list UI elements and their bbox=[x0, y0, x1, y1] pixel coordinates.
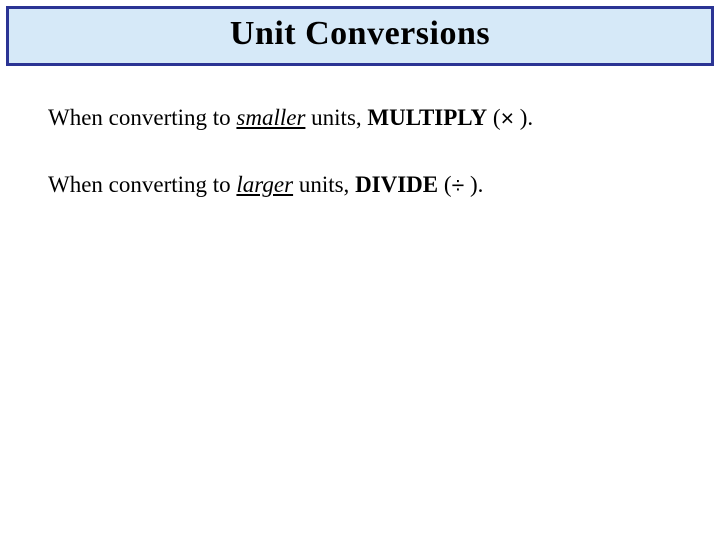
action-multiply: MULTIPLY bbox=[367, 105, 487, 130]
rule-larger-units: When converting to larger units, DIVIDE … bbox=[48, 169, 672, 200]
text: ). bbox=[464, 172, 483, 197]
slide: Unit Conversions When converting to smal… bbox=[0, 6, 720, 546]
rule-smaller-units: When converting to smaller units, MULTIP… bbox=[48, 102, 672, 133]
title-bar: Unit Conversions bbox=[6, 6, 714, 66]
divide-icon: ÷ bbox=[452, 172, 465, 198]
text: When converting to bbox=[48, 105, 236, 130]
content-area: When converting to smaller units, MULTIP… bbox=[0, 66, 720, 200]
text: ( bbox=[438, 172, 451, 197]
emphasis-smaller: smaller bbox=[236, 105, 305, 130]
slide-title: Unit Conversions bbox=[9, 15, 711, 53]
text: When converting to bbox=[48, 172, 236, 197]
multiply-icon: × bbox=[501, 105, 514, 131]
emphasis-larger: larger bbox=[236, 172, 293, 197]
text: units, bbox=[293, 172, 355, 197]
text: ( bbox=[487, 105, 500, 130]
text: units, bbox=[305, 105, 367, 130]
text: ). bbox=[514, 105, 533, 130]
action-divide: DIVIDE bbox=[355, 172, 438, 197]
